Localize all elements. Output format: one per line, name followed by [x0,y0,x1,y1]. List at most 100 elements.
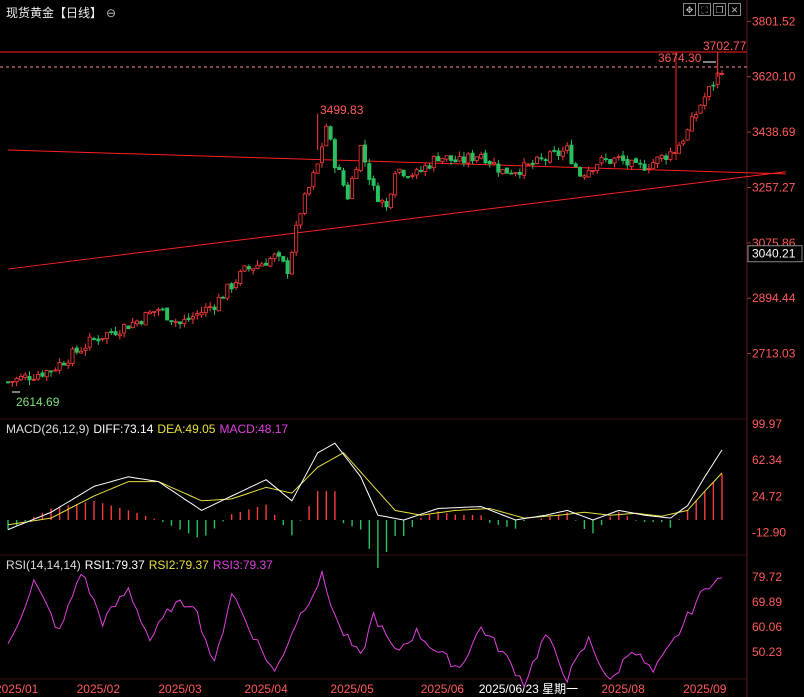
candle-body [543,159,548,162]
close-icon[interactable]: ✕ [728,3,741,16]
candle-body [238,270,243,284]
candle-body [668,151,673,160]
x-tick-label: 2025/06 [421,682,465,696]
candle-body [436,156,441,162]
candle-body [483,152,488,164]
candle-body [178,321,183,325]
candle-body [147,311,152,315]
candle-body [152,311,157,313]
candle-body [612,157,617,164]
price-tick-label: 2713.03 [752,347,796,361]
candle-body [225,283,230,299]
candle-body [255,264,260,269]
candle-body [616,156,621,158]
candle-body [229,283,234,290]
candle-body [126,325,131,330]
candle-body [362,144,367,163]
x-tick-label: 2025/04 [244,682,288,696]
restore-icon[interactable]: ❐ [713,3,726,16]
rsi-tick-label: 50.23 [752,645,782,659]
candle-body [573,163,578,168]
candle-body [603,158,608,160]
candle-body [694,113,699,119]
candle-body [324,125,329,147]
candle-body [556,150,561,156]
macd-tick-label: 24.72 [752,489,782,503]
candle-body [276,252,281,257]
candle-body [565,145,570,151]
candle-body [298,213,303,226]
candle-body [393,173,398,196]
candle-body [384,201,389,208]
candle-body [466,153,471,164]
candle-body [203,306,208,314]
x-tick-label: 2025/05 [330,682,374,696]
candle-body [315,163,320,174]
candle-body [530,162,535,166]
candle-body [49,370,54,373]
candle-body [264,262,269,266]
candle-body [328,126,333,140]
candle-body [195,313,200,316]
candle-body [487,161,492,164]
candle-body [246,266,251,270]
candle-body [216,297,221,312]
candle-body [685,129,690,141]
candle-body [186,317,191,320]
candle-body [586,169,591,178]
candle-body [96,338,101,342]
candle-body [633,158,638,163]
candle-body [190,316,195,320]
candle-body [569,144,574,165]
candle-body [522,162,527,176]
candle-body [552,149,557,152]
candle-body [212,306,217,311]
price-tick-label: 2894.44 [752,291,796,305]
macd-tick-label: 99.97 [752,417,782,431]
candle-body [289,252,294,275]
low-price-annotation: 2614.69 [16,395,60,409]
candle-body [117,333,122,337]
rsi-legend: RSI(14,14,14) RSI1:79.37 RSI2:79.37 RSI3:79… [6,558,273,572]
price-tick-label: 3620.10 [752,70,796,84]
candle-body [66,362,71,366]
candle-body [535,156,540,164]
candle-body [233,282,238,288]
macd-tick-label: 62.34 [752,453,782,467]
candle-body [595,163,600,171]
candle-body [367,163,372,180]
fullscreen-icon[interactable]: ⛶ [698,3,711,16]
x-tick-label: 2025/09 [683,682,727,696]
candle-body [122,324,127,334]
candle-body [440,158,445,163]
macd-legend: MACD(26,12,9) DIFF:73.14 DEA:49.05 MACD:48.… [6,422,289,436]
candle-body [418,170,423,172]
candle-body [659,154,664,159]
candle-body [53,369,58,372]
candle-body [165,307,170,321]
candle-body [27,375,32,381]
candle-body [74,347,79,353]
candle-body [23,374,28,378]
candle-body [479,154,484,159]
candle-body [199,311,204,316]
candle-body [345,184,350,200]
candle-body [36,374,41,380]
candle-body [156,308,161,312]
candle-body [251,268,256,271]
candle-body [130,321,135,329]
collapse-icon[interactable]: ⊖ [106,6,116,20]
candle-body [470,152,475,162]
candle-body [410,175,415,177]
candle-body [582,175,587,178]
candle-body [221,296,226,299]
candle-body [139,321,144,325]
candle-body [104,332,109,340]
move-icon[interactable]: ✥ [683,3,696,16]
candle-body [388,193,393,209]
candle-body [113,331,118,336]
candle-body [449,155,454,161]
candle-body [590,170,595,172]
x-tick-label: 2025/01 [0,682,39,696]
rsi-tick-label: 60.06 [752,620,782,634]
